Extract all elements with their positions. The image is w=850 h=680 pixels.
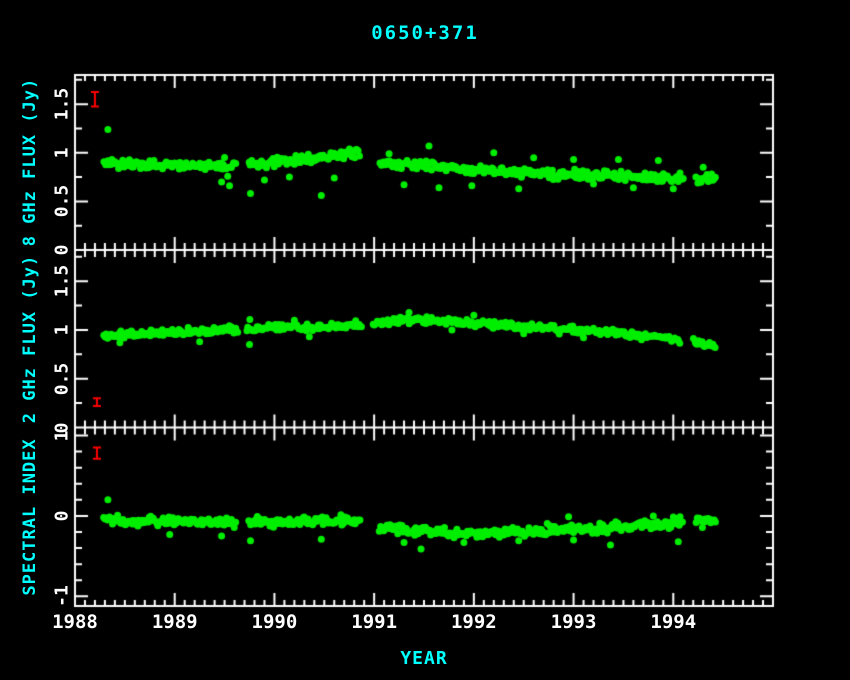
- y-tick-label: 1.5: [52, 265, 73, 298]
- x-tick-label: 1988: [52, 611, 98, 633]
- x-tick-label: 1994: [650, 611, 696, 633]
- y-tick-label: 1: [52, 325, 73, 336]
- y-axis-label-8ghz-flux: 8 GHz FLUX (Jy): [20, 78, 40, 247]
- x-tick-label: 1993: [551, 611, 597, 633]
- y-axis-label-spectral-index: SPECTRAL INDEX: [20, 438, 40, 595]
- x-tick-label: 1990: [252, 611, 298, 633]
- x-tick-label: 1991: [351, 611, 397, 633]
- plot-title: 0650+371: [371, 22, 479, 44]
- y-tick-label: 0: [52, 511, 73, 522]
- y-axis-label-2ghz-flux: 2 GHz FLUX (Jy): [20, 255, 40, 424]
- y-tick-label: -1: [52, 586, 73, 608]
- y-tick-label: 1: [52, 147, 73, 158]
- y-tick-label: 0.5: [52, 185, 73, 218]
- x-tick-label: 1989: [152, 611, 198, 633]
- y-tick-label: 0.5: [52, 362, 73, 395]
- plot-canvas: [0, 0, 850, 680]
- y-tick-label: 1: [52, 430, 73, 441]
- y-tick-label: 0: [52, 245, 73, 256]
- y-tick-label: 1.5: [52, 88, 73, 121]
- x-tick-label: 1992: [451, 611, 497, 633]
- light-curve-figure: 0650+371 8 GHz FLUX (Jy) 2 GHz FLUX (Jy)…: [0, 0, 850, 680]
- x-axis-label-year: YEAR: [400, 648, 447, 669]
